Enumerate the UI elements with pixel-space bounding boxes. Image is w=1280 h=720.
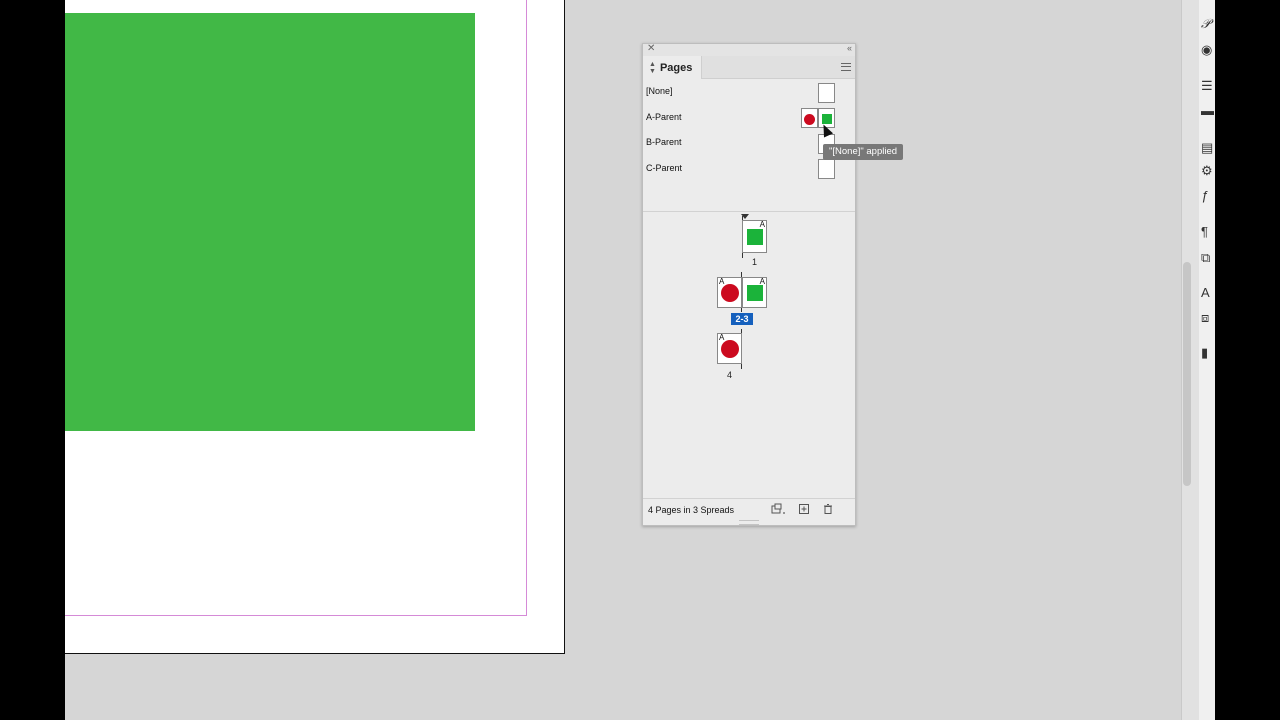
parent-item-a[interactable]: A-Parent <box>646 112 682 122</box>
page-4-thumbnail[interactable]: A <box>717 333 742 364</box>
page-4-prefix: A <box>719 333 725 342</box>
parent-item-c[interactable]: C-Parent <box>646 163 682 173</box>
right-panel-dock: 𝒫 ◉ ☰ ▬ ▤ ⚙ ƒ ¶ ⧉ A ⧈ ▮ <box>1199 0 1215 720</box>
panel-tabstrip: ▲ ▼ Pages <box>643 56 855 79</box>
tab-pages[interactable]: ▲ ▼ Pages <box>643 56 702 79</box>
gradient-icon[interactable]: ▬ <box>1201 103 1215 118</box>
page-2-prefix: A <box>719 277 725 286</box>
parent-none-thumbnail[interactable] <box>818 83 835 103</box>
page-number-1[interactable]: 1 <box>742 257 767 267</box>
new-page-icon[interactable] <box>798 503 810 515</box>
links-icon[interactable]: ⚙ <box>1201 163 1215 179</box>
close-icon[interactable]: ✕ <box>647 43 655 54</box>
page-1-prefix: A <box>759 220 765 229</box>
parent-c-thumbnail[interactable] <box>818 159 835 179</box>
panel-menu-icon[interactable] <box>841 63 851 71</box>
green-square <box>747 229 763 245</box>
page-3-prefix: A <box>759 277 765 286</box>
green-rectangle-object[interactable] <box>65 13 475 431</box>
right-letterbox <box>1215 0 1280 720</box>
parent-item-none[interactable]: [None] <box>646 86 673 96</box>
red-circle <box>721 284 739 302</box>
page-number-4[interactable]: 4 <box>717 370 742 380</box>
align-icon[interactable]: ▤ <box>1201 140 1215 156</box>
swatch-icon[interactable]: ◉ <box>1201 42 1215 58</box>
trash-icon[interactable] <box>822 503 834 515</box>
panel-titlebar: ✕ ‹‹ <box>643 43 855 56</box>
panel-divider <box>643 211 855 212</box>
footer-status: 4 Pages in 3 Spreads <box>648 505 735 515</box>
green-square <box>747 285 763 301</box>
effects-icon[interactable]: ƒ <box>1201 188 1215 203</box>
page-3-thumbnail[interactable]: A <box>742 277 767 308</box>
left-letterbox <box>0 0 65 720</box>
character-icon[interactable]: A <box>1201 285 1215 300</box>
page-1-thumbnail[interactable]: A <box>742 220 767 253</box>
tab-pages-label: Pages <box>659 61 693 74</box>
parent-item-b[interactable]: B-Parent <box>646 137 682 147</box>
comments-icon[interactable]: ▮ <box>1201 345 1215 361</box>
panel-resize-grip[interactable] <box>739 520 759 525</box>
edit-page-size-icon[interactable] <box>771 503 787 515</box>
collapse-icon[interactable]: ‹‹ <box>847 43 852 53</box>
stroke-icon[interactable]: ☰ <box>1201 78 1215 94</box>
pages-panel: ✕ ‹‹ ▲ ▼ Pages [None] A-Parent B-Parent C… <box>642 43 856 526</box>
paragraph-style-icon[interactable]: 𝒫 <box>1201 16 1215 32</box>
page-number-2-3[interactable]: 2-3 <box>731 313 753 325</box>
tooltip: "[None]" applied <box>823 144 904 160</box>
parent-a-left-thumbnail[interactable] <box>801 108 818 128</box>
red-circle <box>804 114 815 125</box>
character-styles-icon[interactable]: ⧈ <box>1201 310 1215 326</box>
tab-sort-arrows-icon: ▲ ▼ <box>649 60 656 75</box>
panel-footer: 4 Pages in 3 Spreads <box>643 498 855 520</box>
paragraph-icon[interactable]: ¶ <box>1201 224 1215 239</box>
scrollbar-thumb[interactable] <box>1183 262 1191 486</box>
red-circle <box>721 340 739 358</box>
object-styles-icon[interactable]: ⧉ <box>1201 250 1215 266</box>
page-2-thumbnail[interactable]: A <box>717 277 742 308</box>
